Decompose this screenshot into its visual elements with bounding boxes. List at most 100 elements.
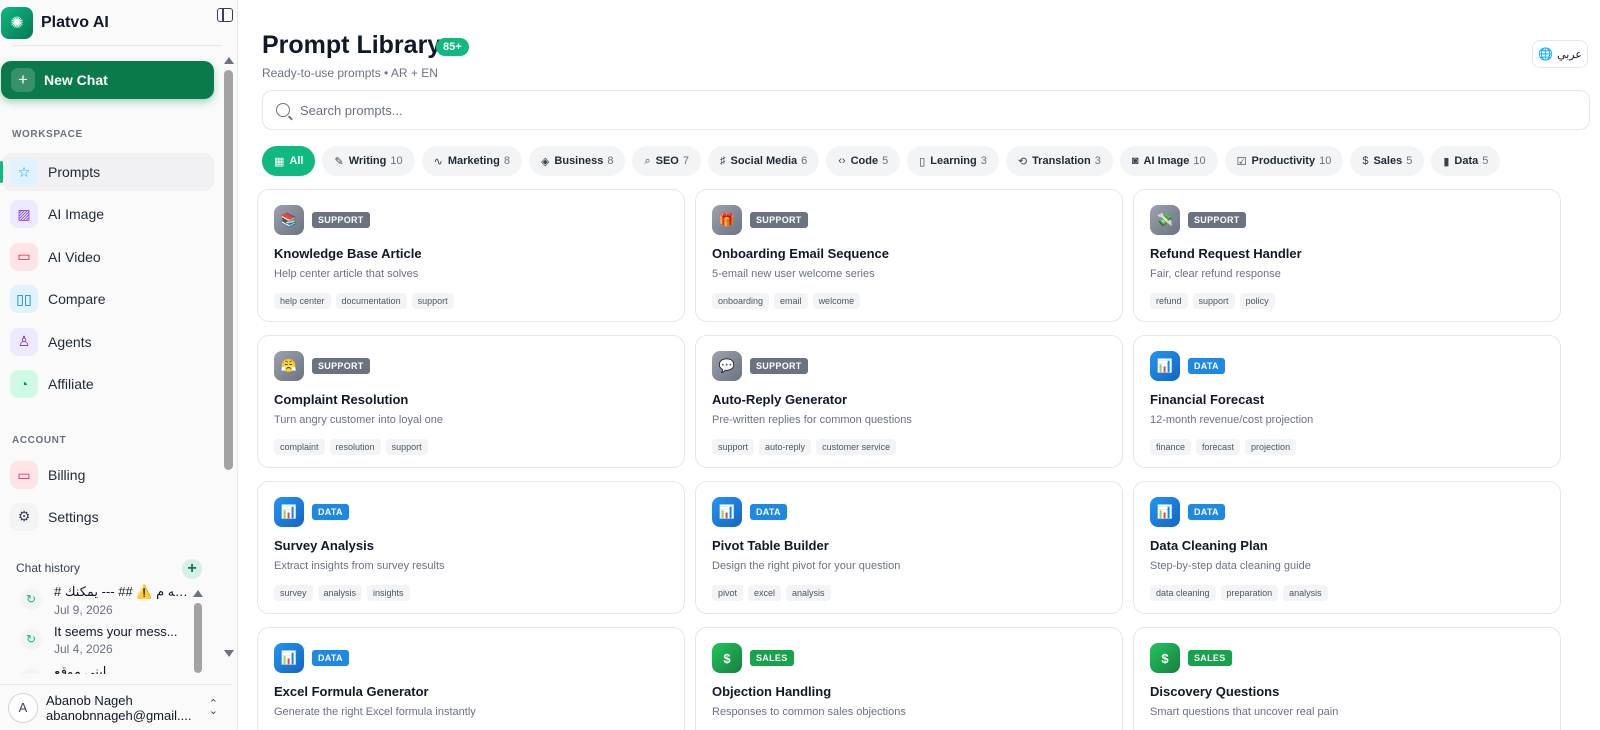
language-toggle-button[interactable]: 🌐 عربي <box>1532 40 1588 68</box>
category-count: 7 <box>682 155 689 167</box>
category-ai-image-icon: ◙ <box>1131 155 1139 167</box>
category-chip-data[interactable]: ▮ Data 5 <box>1431 146 1501 176</box>
chat-history-item[interactable]: ↻ ابني موقع <box>16 662 188 674</box>
prompt-category-icon: 📊 <box>1150 351 1180 381</box>
prompt-card[interactable]: 🎁 SUPPORT Onboarding Email Sequence 5-email… <box>695 189 1123 322</box>
category-filters: ▦ All ✎ Writing 10 ∿ Marketing 8 ◈ Business 8 ⌕ SEO 7… <box>262 146 1501 176</box>
category-all-icon: ▦ <box>274 155 285 168</box>
search-input[interactable] <box>300 102 1550 118</box>
category-chip-writing[interactable]: ✎ Writing 10 <box>322 146 415 176</box>
account-label: ACCOUNT <box>12 435 67 446</box>
keyword-tag: survey <box>274 585 313 601</box>
chat-refresh-icon: ↻ <box>20 588 42 610</box>
category-chip-translation[interactable]: ⟲ Translation 3 <box>1005 146 1113 176</box>
category-tag: DATA <box>312 650 349 666</box>
category-count: 3 <box>1094 155 1101 167</box>
keyword-tag: pivot <box>712 585 744 601</box>
category-chip-code[interactable]: ‹› Code 5 <box>826 146 901 176</box>
category-tag: SUPPORT <box>750 212 808 228</box>
keyword-tag: customer service <box>816 439 897 455</box>
prompt-category-icon: 💸 <box>1150 205 1180 235</box>
chat-history-item[interactable]: ↻ # تنبيه م ⚠️ ## --- يمكنك Jul 9, 2026 <box>16 582 188 622</box>
category-productivity-icon: ☑ <box>1236 155 1247 168</box>
prompt-category-icon: 🎁 <box>712 205 742 235</box>
prompt-description: Pre-written replies for common questions <box>712 414 912 426</box>
sidebar-item-ai-image[interactable]: ▨ AI Image <box>2 195 214 233</box>
keyword-list: refund support policy <box>1150 293 1275 309</box>
category-chip-all[interactable]: ▦ All <box>262 146 316 176</box>
sidebar-item-prompts[interactable]: ☆ Prompts <box>0 153 214 191</box>
sidebar-item-agents[interactable]: ♙ Agents <box>2 323 214 361</box>
sidebar-item-affiliate[interactable]: ◔ Affiliate <box>2 365 214 403</box>
keyword-list: pivot excel analysis <box>712 585 831 601</box>
prompt-card[interactable]: $ SALES Discovery Questions Smart questions… <box>1133 627 1561 730</box>
prompt-card[interactable]: $ SALES Objection Handling Responses to com… <box>695 627 1123 730</box>
new-chat-plus-icon[interactable]: + <box>182 559 202 579</box>
brand[interactable]: ✺ Platvo AI <box>0 7 230 39</box>
prompt-card[interactable]: 📚 SUPPORT Knowledge Base Article Help cente… <box>257 189 685 322</box>
sidebar-toggle-icon[interactable] <box>217 8 233 22</box>
prompt-description: Responses to common sales objections <box>712 706 906 718</box>
chevron-up-down-icon[interactable]: ⌃ ⌄ <box>209 699 218 717</box>
columns-icon: ▯▯ <box>10 285 38 314</box>
brand-name: Platvo AI <box>41 14 109 31</box>
chat-refresh-icon: ↻ <box>20 628 42 650</box>
sidebar-item-label: Settings <box>48 508 99 525</box>
sidebar-item-compare[interactable]: ▯▯ Compare <box>2 280 214 318</box>
prompt-card[interactable]: 📊 DATA Survey Analysis Extract insights fro… <box>257 481 685 614</box>
sidebar-item-billing[interactable]: ▭ Billing <box>2 456 214 494</box>
category-chip-social-media[interactable]: ♯ Social Media 6 <box>707 146 820 176</box>
sidebar-item-label: AI Video <box>48 248 101 265</box>
chat-history-scrollbar[interactable] <box>194 603 202 673</box>
chat-scroll-up-icon[interactable] <box>193 590 203 597</box>
chat-history-item[interactable]: ↻ It seems your mess... Jul 4, 2026 <box>16 622 188 662</box>
category-chip-learning[interactable]: ▯ Learning 3 <box>907 146 999 176</box>
new-chat-button[interactable]: + New Chat <box>1 61 214 99</box>
sidebar-item-settings[interactable]: ⚙ Settings <box>2 498 214 536</box>
chat-refresh-icon: ↻ <box>20 668 42 674</box>
keyword-tag: excel <box>748 585 782 601</box>
category-chip-sales[interactable]: $ Sales 5 <box>1350 146 1425 176</box>
prompt-card[interactable]: 📊 DATA Data Cleaning Plan Step-by-step data… <box>1133 481 1561 614</box>
keyword-tag: finance <box>1150 439 1192 455</box>
prompt-card[interactable]: 💸 SUPPORT Refund Request Handler Fair, clea… <box>1133 189 1561 322</box>
category-chip-ai-image[interactable]: ◙ AI Image 10 <box>1119 146 1218 176</box>
prompt-title: Survey Analysis <box>274 538 374 553</box>
prompt-card[interactable]: 📊 DATA Pivot Table Builder Design the right… <box>695 481 1123 614</box>
sidebar-scrollbar[interactable] <box>224 70 233 470</box>
search-icon <box>276 103 290 117</box>
keyword-tag: resolution <box>329 439 381 455</box>
prompt-card[interactable]: 📊 DATA Financial Forecast 12-month revenue/… <box>1133 335 1561 468</box>
category-social-media-icon: ♯ <box>719 155 726 167</box>
user-email: abanobnnageh@gmail.... <box>46 707 192 723</box>
sidebar-scroll-down-icon[interactable] <box>224 650 234 657</box>
category-chip-productivity[interactable]: ☑ Productivity 10 <box>1224 146 1344 176</box>
category-count: 5 <box>882 155 889 167</box>
sidebar-scroll-up-icon[interactable] <box>224 57 234 64</box>
prompt-category-icon: 📚 <box>274 205 304 235</box>
prompt-count-badge: 85+ <box>436 38 469 56</box>
user-name: Abanob Nageh <box>46 692 133 708</box>
category-chip-business[interactable]: ◈ Business 8 <box>528 146 626 176</box>
keyword-tag: analysis <box>1283 585 1328 601</box>
user-menu[interactable]: A Abanob Nageh abanobnnageh@gmail.... ⌃ ⌄ <box>0 684 232 730</box>
chat-history-list: ↻ # تنبيه م ⚠️ ## --- يمكنك Jul 9, 2026 ↻ It… <box>16 582 188 674</box>
category-tag: DATA <box>1188 358 1225 374</box>
prompt-card[interactable]: 📊 DATA Excel Formula Generator Generate the… <box>257 627 685 730</box>
prompt-description: Step-by-step data cleaning guide <box>1150 560 1311 572</box>
search-box[interactable] <box>262 90 1590 130</box>
category-chip-seo[interactable]: ⌕ SEO 7 <box>632 146 701 176</box>
prompt-card[interactable]: 😤 SUPPORT Complaint Resolution Turn angry c… <box>257 335 685 468</box>
category-label: AI Image <box>1143 155 1190 167</box>
category-chip-marketing[interactable]: ∿ Marketing 8 <box>421 146 522 176</box>
category-count: 10 <box>390 155 403 167</box>
keyword-tag: refund <box>1150 293 1188 309</box>
keyword-list: support auto-reply customer service <box>712 439 897 455</box>
prompt-category-icon: 📊 <box>274 643 304 673</box>
sidebar-item-ai-video[interactable]: ▭ AI Video <box>2 238 214 276</box>
prompt-title: Discovery Questions <box>1150 684 1280 699</box>
category-label: Social Media <box>730 155 798 167</box>
prompt-category-icon: 😤 <box>274 351 304 381</box>
category-label: All <box>289 155 304 167</box>
prompt-card[interactable]: 💬 SUPPORT Auto-Reply Generator Pre-written … <box>695 335 1123 468</box>
